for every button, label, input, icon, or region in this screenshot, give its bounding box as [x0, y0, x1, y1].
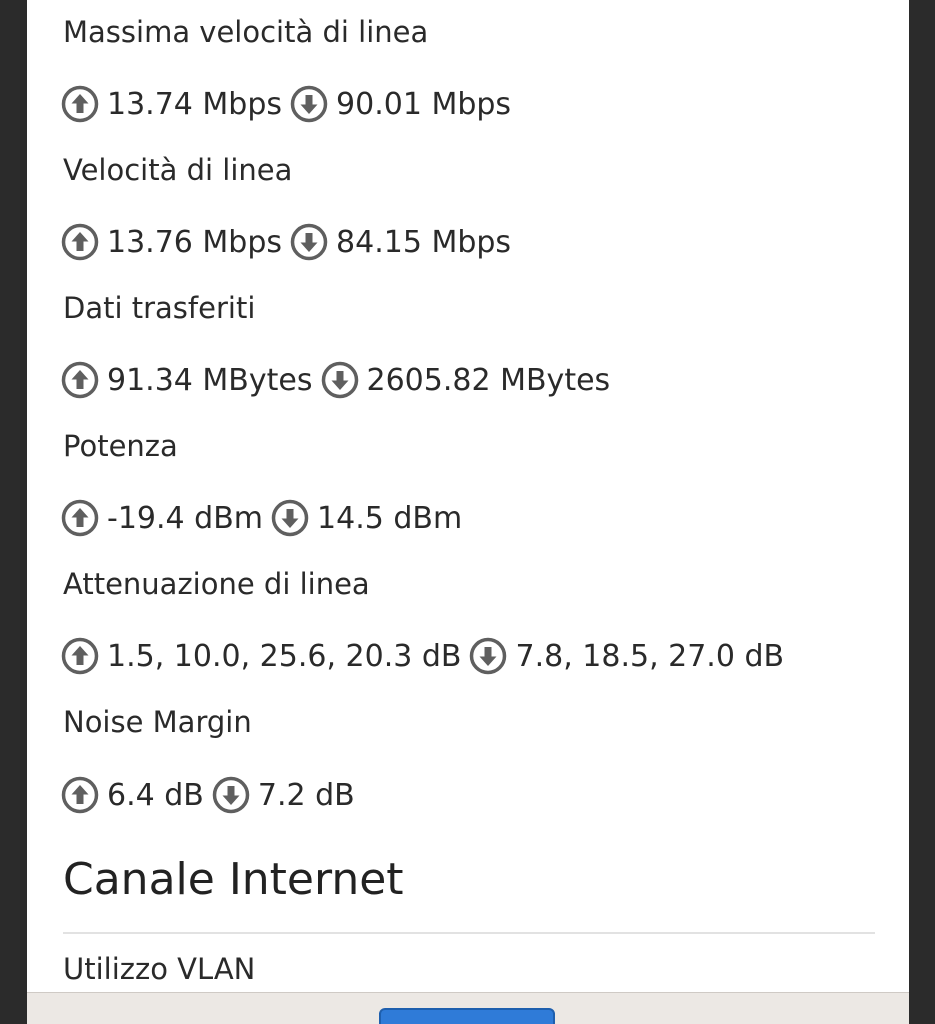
arrow-up-circle-icon [61, 776, 99, 814]
arrow-down-circle-icon [290, 223, 328, 261]
noise-margin-values: 6.4 dB 7.2 dB [61, 775, 355, 815]
line-speed-label: Velocità di linea [63, 153, 293, 187]
noise-margin-label: Noise Margin [63, 705, 252, 739]
download-value: 2605.82 MBytes [366, 362, 611, 398]
arrow-down-circle-icon [290, 85, 328, 123]
arrow-down-circle-icon [271, 499, 309, 537]
power-values: -19.4 dBm 14.5 dBm [61, 498, 462, 538]
app-viewport: Massima velocità di linea 13.74 Mbps 90.… [0, 0, 935, 1024]
download-value: 7.2 dB [257, 777, 355, 813]
download-value: 90.01 Mbps [336, 86, 512, 122]
arrow-up-circle-icon [61, 499, 99, 537]
arrow-down-circle-icon [212, 776, 250, 814]
arrow-up-circle-icon [61, 361, 99, 399]
data-transferred-label: Dati trasferiti [63, 291, 256, 325]
vlan-usage-label: Utilizzo VLAN [63, 952, 256, 986]
upload-value: 91.34 MBytes [107, 362, 313, 398]
power-label: Potenza [63, 429, 178, 463]
section-divider [63, 932, 875, 934]
line-attenuation-values: 1.5, 10.0, 25.6, 20.3 dB 7.8, 18.5, 27.0… [61, 636, 784, 676]
max-line-speed-values: 13.74 Mbps 90.01 Mbps [61, 84, 511, 124]
line-speed-values: 13.76 Mbps 84.15 Mbps [61, 222, 511, 262]
download-value: 14.5 dBm [317, 500, 463, 536]
internet-channel-heading: Canale Internet [63, 854, 404, 905]
arrow-up-circle-icon [61, 637, 99, 675]
max-line-speed-label: Massima velocità di linea [63, 15, 429, 49]
arrow-up-circle-icon [61, 223, 99, 261]
bottom-action-bar [27, 992, 909, 1024]
download-value: 7.8, 18.5, 27.0 dB [515, 638, 785, 674]
upload-value: 1.5, 10.0, 25.6, 20.3 dB [107, 638, 462, 674]
upload-value: 6.4 dB [107, 777, 204, 813]
line-attenuation-label: Attenuazione di linea [63, 567, 370, 601]
upload-value: 13.74 Mbps [107, 86, 283, 122]
primary-action-button[interactable] [379, 1008, 555, 1024]
arrow-down-circle-icon [469, 637, 507, 675]
download-value: 84.15 Mbps [336, 224, 512, 260]
arrow-down-circle-icon [321, 361, 359, 399]
upload-value: 13.76 Mbps [107, 224, 283, 260]
arrow-up-circle-icon [61, 85, 99, 123]
dsl-info-panel: Massima velocità di linea 13.74 Mbps 90.… [27, 0, 909, 992]
upload-value: -19.4 dBm [107, 500, 264, 536]
data-transferred-values: 91.34 MBytes 2605.82 MBytes [61, 360, 610, 400]
